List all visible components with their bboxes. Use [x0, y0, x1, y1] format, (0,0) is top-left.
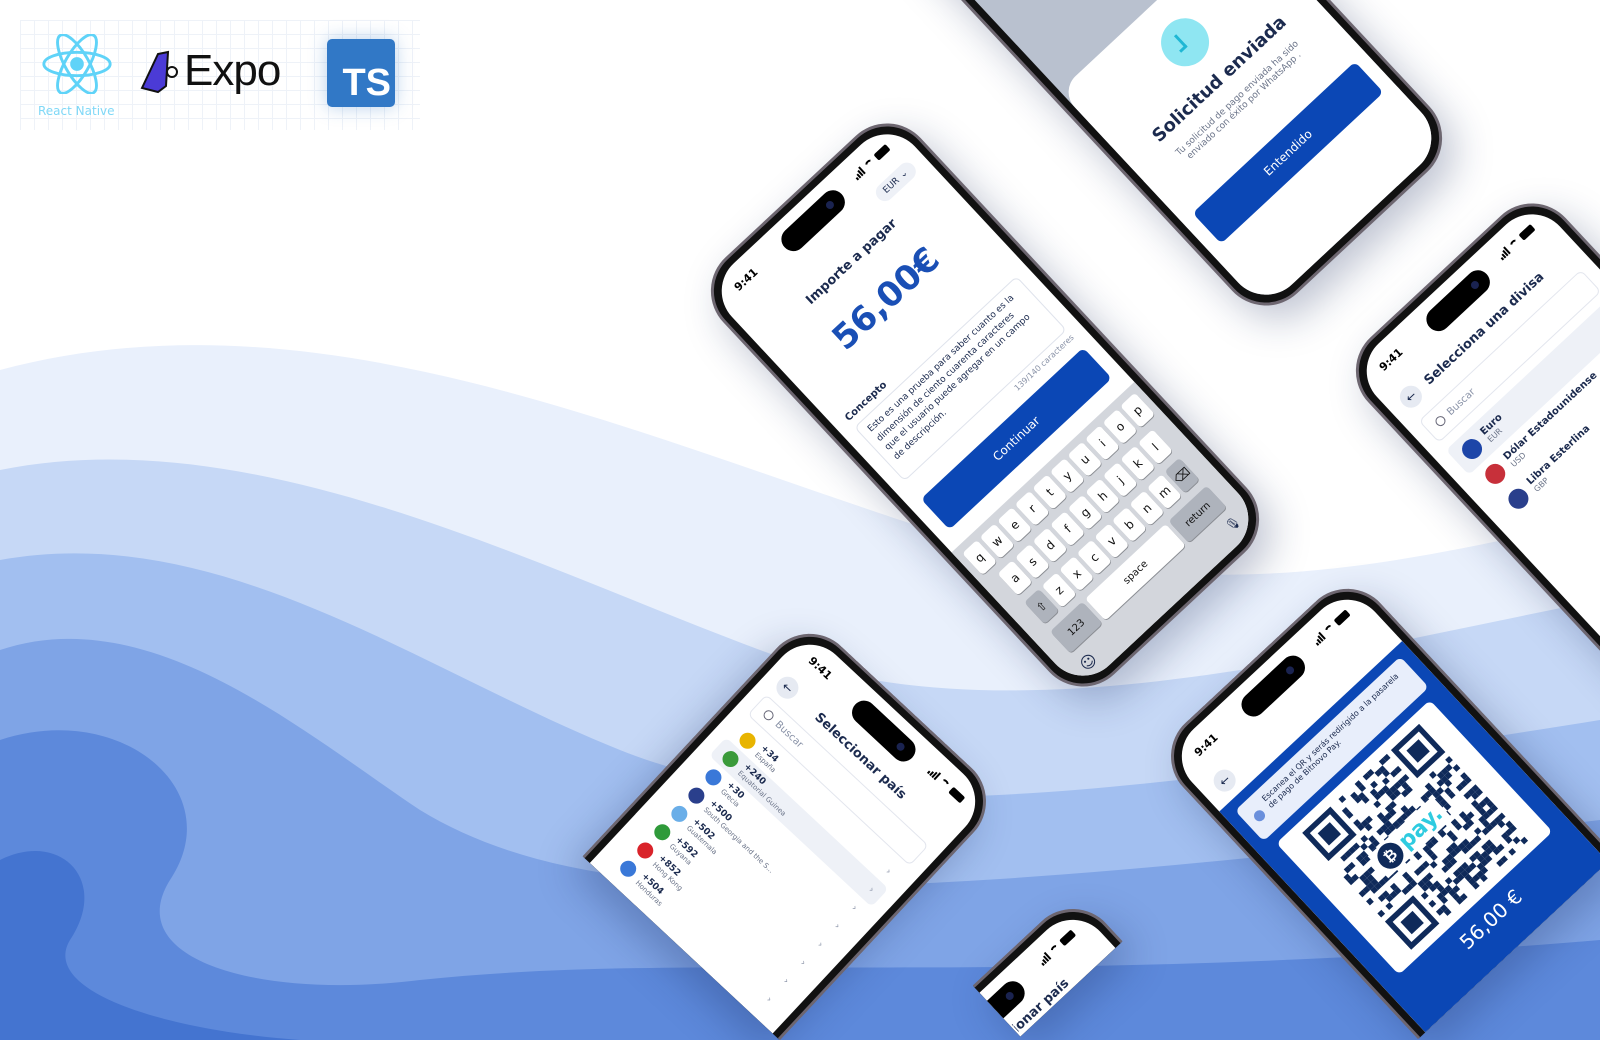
- wifi-icon: [937, 777, 951, 790]
- qr-module: [1385, 902, 1394, 911]
- qr-module: [1381, 777, 1390, 785]
- qr-module: [1360, 835, 1369, 843]
- search-icon: [761, 708, 776, 723]
- flag-icon: [736, 729, 760, 752]
- qr-module: [1445, 755, 1453, 764]
- react-logo-icon: [42, 34, 112, 94]
- qr-module: [1366, 897, 1374, 906]
- status-icons: [926, 766, 966, 804]
- flag-icon: [1481, 459, 1510, 489]
- qr-module: [1520, 836, 1529, 845]
- info-icon: [1251, 807, 1268, 824]
- search-placeholder: Buscar: [772, 718, 806, 751]
- expo-logo: Expo: [138, 46, 281, 96]
- emoji-icon[interactable]: ☺: [1076, 649, 1101, 674]
- typescript-logo: TS: [327, 39, 395, 107]
- react-native-label: React Native: [38, 104, 115, 118]
- qr-module: [1338, 795, 1347, 803]
- flag-icon: [719, 747, 743, 770]
- back-button[interactable]: ←: [1209, 765, 1241, 797]
- status-icons: [1037, 929, 1077, 967]
- signal-icon: [852, 166, 866, 181]
- clock-icon: [1151, 8, 1219, 77]
- wifi-icon: [1508, 237, 1521, 251]
- signal-icon: [1497, 246, 1511, 261]
- flag-icon: [1504, 484, 1533, 513]
- qr-module: [1444, 876, 1453, 885]
- qr-module: [1370, 780, 1378, 789]
- chevron-icon: ›: [849, 903, 860, 913]
- chevron-down-icon: ⌄: [897, 167, 911, 181]
- qr-module: [1360, 842, 1368, 851]
- signal-icon: [1312, 631, 1326, 646]
- qr-module: [1452, 764, 1461, 772]
- chevron-icon: ›: [832, 921, 843, 932]
- search-icon: [1433, 414, 1448, 429]
- status-icons: [1497, 223, 1536, 261]
- flag-icon: [668, 802, 691, 825]
- currency-value: EUR: [881, 175, 902, 196]
- signal-icon: [1037, 951, 1052, 967]
- search-placeholder: Buscar: [1444, 386, 1478, 418]
- qr-module: [1420, 891, 1429, 900]
- qr-module: [1512, 836, 1521, 845]
- signal-icon: [926, 766, 942, 781]
- battery-icon: [873, 143, 891, 161]
- qr-module: [1373, 800, 1382, 809]
- battery-icon: [1333, 609, 1351, 627]
- battery-icon: [1059, 929, 1077, 947]
- expo-label: Expo: [184, 46, 281, 95]
- flag-icon: [702, 765, 726, 789]
- flag-icon: [1457, 434, 1487, 464]
- status-icons: [1312, 609, 1351, 646]
- qr-module: [1429, 860, 1438, 869]
- flag-icon: [634, 838, 657, 862]
- flag-icon: [685, 783, 709, 807]
- qr-module: [1473, 827, 1482, 836]
- microphone-icon[interactable]: 🎙: [1223, 513, 1247, 537]
- wifi-icon: [863, 157, 876, 171]
- qr-module: [1428, 899, 1437, 908]
- chevron-icon: ›: [815, 939, 825, 950]
- status-time: 9:41: [805, 654, 835, 683]
- qr-module: [1377, 909, 1386, 918]
- battery-icon: [1518, 223, 1536, 241]
- status-time: 9:41: [1376, 345, 1406, 374]
- promo-canvas: React Native Expo TS Solicitud enviada T…: [0, 0, 1600, 1040]
- status-icons: [852, 143, 891, 181]
- status-time: 9:41: [731, 265, 761, 294]
- flag-icon: [617, 857, 640, 880]
- chevron-icon: ›: [798, 958, 808, 968]
- qr-module: [1508, 847, 1517, 856]
- status-time: 9:41: [1191, 731, 1221, 760]
- flag-icon: [651, 820, 674, 844]
- chevron-icon: ›: [781, 976, 791, 987]
- ts-label: TS: [342, 62, 391, 104]
- wifi-icon: [1048, 943, 1062, 956]
- expo-mark-icon: [140, 50, 178, 94]
- battery-icon: [948, 786, 966, 804]
- wifi-icon: [1323, 622, 1337, 636]
- chevron-icon: ›: [764, 994, 774, 1005]
- chevron-icon: ›: [883, 866, 894, 877]
- tech-logos: React Native Expo TS: [20, 20, 420, 130]
- qr-module: [1429, 771, 1437, 779]
- chevron-icon: ›: [866, 884, 877, 895]
